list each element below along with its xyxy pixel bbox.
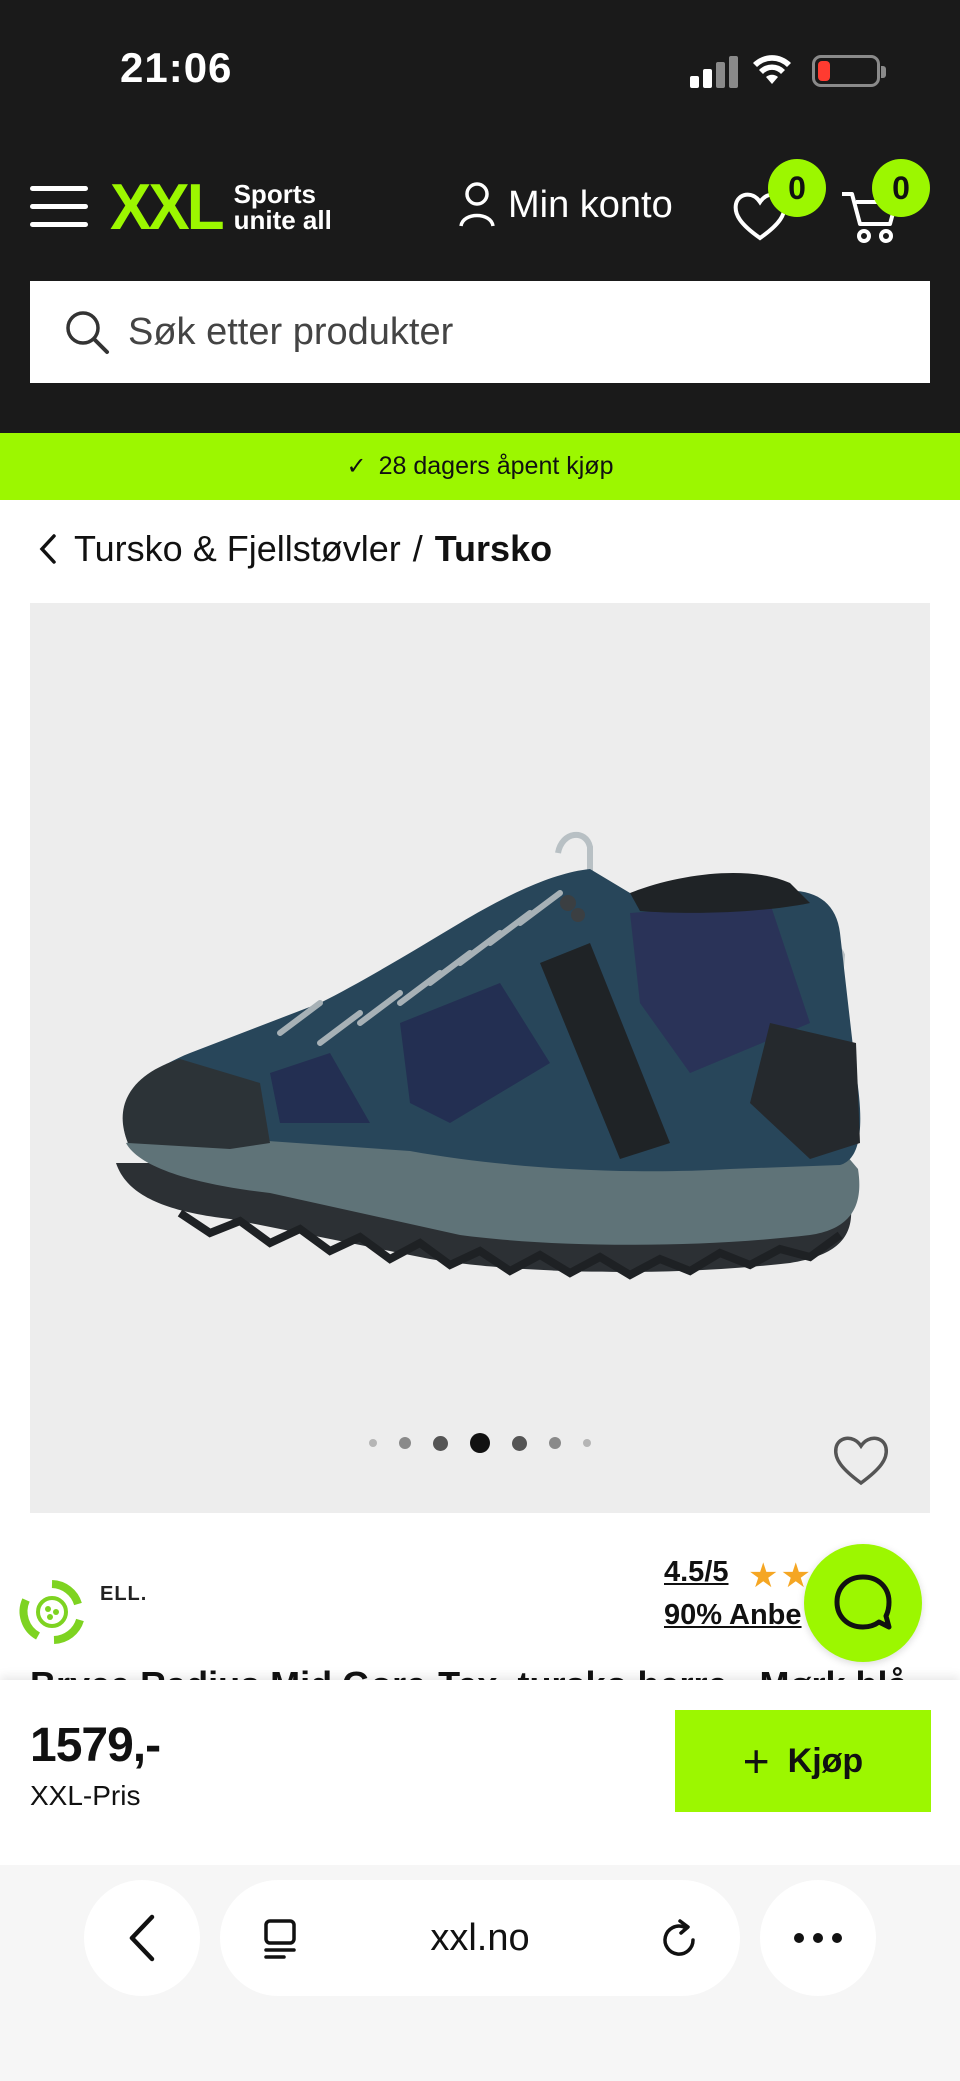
search-bar[interactable] [30,281,930,383]
gallery-dot[interactable] [512,1435,527,1451]
breadcrumb-parent-link[interactable]: Tursko & Fjellstøvler [74,528,401,570]
promo-banner: ✓ 28 dagers åpent kjøp [0,433,960,500]
logo-slogan: Sports unite all [234,181,332,233]
logo-slogan-line2: unite all [233,205,332,235]
menu-button[interactable] [30,186,88,228]
breadcrumb-separator: / [412,528,423,569]
chat-button[interactable] [804,1544,922,1662]
product-image [116,831,861,1280]
checkmark-icon: ✓ [346,453,367,480]
cart-count-badge: 0 [872,159,930,217]
breadcrumb: Tursko & Fjellstøvler / Tursko [38,528,552,570]
buy-button[interactable]: + Kjøp [675,1710,931,1812]
gallery-dot[interactable] [549,1437,561,1449]
account-label: Min konto [508,183,673,226]
chevron-left-icon [129,1914,155,1962]
wishlist-count-badge: 0 [768,159,826,217]
buy-label: Kjøp [787,1741,864,1780]
price-label: XXL-Pris [30,1780,141,1811]
recommend-percentage[interactable]: 90% Anbe [664,1599,802,1632]
logo-text: XXL [110,170,225,244]
reload-icon[interactable] [660,1918,700,1960]
address-bar[interactable]: xxl.no [220,1880,740,1996]
more-options-button[interactable] [760,1880,876,1996]
gallery-dot[interactable] [583,1439,591,1447]
gallery-dot[interactable] [433,1435,448,1451]
chat-bubble-icon [834,1574,892,1630]
wifi-icon [753,55,791,84]
browser-toolbar: xxl.no [0,1865,960,2081]
ellipsis-icon [794,1933,842,1943]
xxl-logo[interactable]: XXL Sports unite all [110,170,332,244]
cellular-signal-icon [690,56,738,88]
browser-back-button[interactable] [84,1880,200,1996]
account-link[interactable]: Min konto [458,182,673,228]
search-input[interactable] [128,310,888,354]
gallery-pagination [30,1433,930,1453]
user-icon [459,182,495,227]
brand-logo-text[interactable]: ELL. [100,1583,147,1606]
header: 21:06 XXL Sports unite all Min konto 0 0… [0,0,960,433]
price-bar: 1579,- XXL-Pris + Kjøp [0,1680,960,1865]
page: 21:06 XXL Sports unite all Min konto 0 0… [0,0,960,2081]
gallery-dot[interactable] [369,1439,377,1447]
product-price: 1579,- [30,1719,161,1772]
chevron-left-icon[interactable] [38,533,58,565]
gallery-dot-active[interactable] [470,1433,490,1453]
eco-recycle-icon [19,1580,84,1644]
search-icon [66,311,109,354]
favorite-heart-icon[interactable] [830,1431,892,1487]
promo-text: 28 dagers åpent kjøp [378,452,614,480]
product-image-gallery[interactable] [30,603,930,1513]
battery-icon [812,55,886,87]
status-time: 21:06 [120,44,233,91]
plus-icon: + [742,1735,770,1787]
breadcrumb-current[interactable]: Tursko [435,528,552,570]
gallery-dot[interactable] [399,1437,411,1449]
rating-score[interactable]: 4.5/5 [664,1556,729,1588]
